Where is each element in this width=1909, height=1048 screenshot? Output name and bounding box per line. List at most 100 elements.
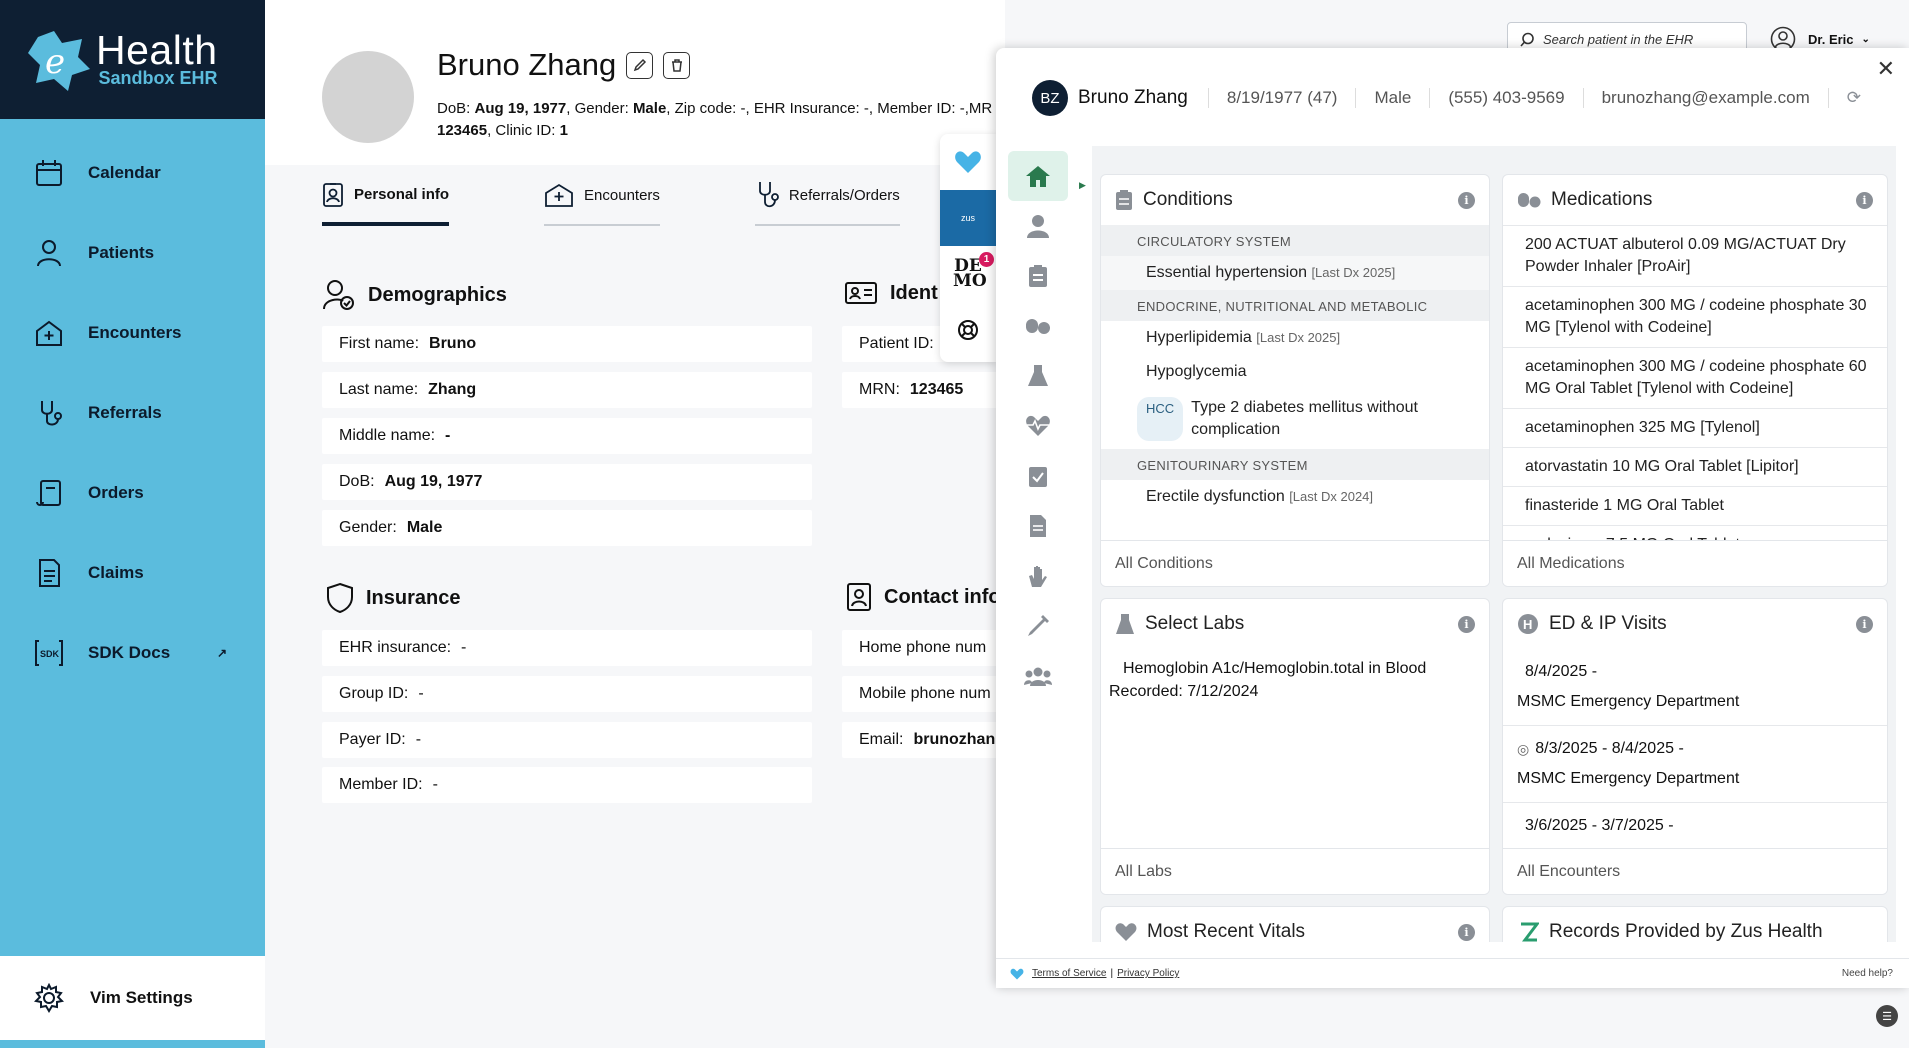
sidebar-item-calendar[interactable]: Calendar [0,133,265,213]
panel-nav-profile[interactable] [1008,201,1068,251]
medical-house-icon [36,320,62,346]
condition-item[interactable]: HCC Type 2 diabetes mellitus without comp… [1101,389,1489,449]
hand-icon [1029,566,1047,587]
close-icon[interactable]: ✕ [1877,56,1895,82]
sidebar-item-label: Orders [88,483,144,502]
check-circle-icon: ◎ [1517,741,1530,757]
medication-item[interactable]: acetaminophen 300 MG / codeine phosphate… [1503,348,1887,409]
meta-dob-label: DoB: [437,100,475,117]
expand-arrow-icon[interactable]: ▶ [1079,180,1086,191]
panel-nav-allergies[interactable] [1008,551,1068,601]
panel-nav-care-team[interactable] [1008,651,1068,701]
panel-nav-immunizations[interactable] [1008,601,1068,651]
support-button[interactable] [940,302,996,358]
field-label: Member ID: [339,776,423,793]
all-encounters-link[interactable]: All Encounters [1503,848,1887,894]
card-title: Medications [1503,175,1887,225]
shield-icon [327,582,353,614]
person-check-icon [323,280,354,310]
tab-label: Encounters [584,186,660,204]
document-icon [1030,515,1046,537]
medication-item[interactable]: 200 ACTUAT albuterol 0.09 MG/ACTUAT Dry … [1503,226,1887,287]
users-icon [1024,667,1052,686]
meta-dob: Aug 19, 1977 [474,100,567,117]
demo-app-button[interactable]: DE MO 1 [940,246,996,302]
privacy-link[interactable]: Privacy Policy [1117,968,1179,979]
chat-icon[interactable]: ☰ [1876,1005,1898,1027]
all-conditions-link[interactable]: All Conditions [1101,540,1489,586]
panel-nav-medications[interactable] [1008,301,1068,351]
card-title: H ED & IP Visits [1503,599,1887,649]
panel-nav-tasks[interactable] [1008,451,1068,501]
info-icon[interactable]: i [1458,924,1475,941]
lab-item[interactable]: Hemoglobin A1c/Hemoglobin.total in Blood… [1101,649,1489,711]
mrn-field: MRN: 123465 [842,372,1002,408]
condition-item[interactable]: Hyperlipidemia [Last Dx 2025] [1101,321,1489,355]
trash-icon [671,59,682,72]
panel-nav-vitals[interactable] [1008,401,1068,451]
logo[interactable]: e Health Sandbox EHR [0,0,265,119]
edit-button[interactable] [626,51,654,79]
group-id-field: Group ID: - [322,676,812,712]
card-title: Records Provided by Zus Health [1503,907,1887,942]
vim-settings-button[interactable]: Vim Settings [0,956,265,1040]
info-icon[interactable]: i [1458,192,1475,209]
delete-button[interactable] [663,51,691,79]
panel-footer: Terms of Service | Privacy Policy Need h… [996,958,1909,988]
field-value: - [418,685,424,702]
sidebar-item-referrals[interactable]: Referrals [0,373,265,453]
info-icon[interactable]: i [1458,616,1475,633]
visit-item[interactable]: 8/4/2025 - MSMC Emergency Department [1503,649,1887,726]
card-title-text: Records Provided by Zus Health [1549,921,1823,942]
condition-item[interactable]: Essential hypertension [Last Dx 2025] [1101,256,1489,290]
tab-personal-info[interactable]: Personal info [322,180,450,226]
sidebar-item-patients[interactable]: Patients [0,213,265,293]
heart-icon [1010,968,1024,979]
search-placeholder: Search patient in the EHR [1543,31,1694,47]
panel-nav-conditions[interactable] [1008,251,1068,301]
condition-name: Hypoglycemia [1146,363,1247,380]
all-labs-link[interactable]: All Labs [1101,848,1489,894]
need-help-link[interactable]: Need help? [1842,968,1893,979]
vim-toolbar: zus DE MO 1 [940,134,996,362]
tab-encounters[interactable]: Encounters [544,180,660,226]
panel-dob-age: 8/19/1977 (47) [1207,88,1337,108]
medication-list: 200 ACTUAT albuterol 0.09 MG/ACTUAT Dry … [1503,225,1887,565]
info-icon[interactable]: i [1856,616,1873,633]
sidebar-item-orders[interactable]: Orders [0,453,265,533]
user-name: Dr. Eric [1808,31,1854,47]
pills-icon [1026,319,1050,334]
medication-item[interactable]: acetaminophen 300 MG / codeine phosphate… [1503,287,1887,348]
condition-item[interactable]: Hypoglycemia [1101,355,1489,389]
condition-item[interactable]: Erectile dysfunction [Last Dx 2024] [1101,480,1489,514]
visit-item[interactable]: ◎ 8/3/2025 - 8/4/2025 - MSMC Emergency Dep… [1503,726,1887,803]
field-label: Payer ID: [339,731,406,748]
terms-link[interactable]: Terms of Service [1032,968,1106,979]
medication-item[interactable]: acetaminophen 325 MG [Tylenol] [1503,409,1887,448]
all-medications-link[interactable]: All Medications [1503,540,1887,586]
refresh-icon[interactable]: ⟳ [1827,88,1861,108]
vim-settings-label: Vim Settings [90,988,193,1007]
flask-icon [1028,365,1048,386]
tab-referrals-orders[interactable]: Referrals/Orders [754,180,900,226]
stethoscope-icon [759,182,779,208]
gender-field: Gender: Male [322,510,812,546]
zus-app-button[interactable]: zus [940,190,996,246]
vim-heart-button[interactable] [940,134,996,190]
condition-dx: [Last Dx 2024] [1289,489,1374,504]
sidebar-item-sdk-docs[interactable]: SDK SDK Docs ↗ [0,613,265,693]
sidebar-item-encounters[interactable]: Encounters [0,293,265,373]
panel-nav-home[interactable] [1008,151,1068,201]
panel-nav-documents[interactable] [1008,501,1068,551]
medical-house-icon [545,183,573,207]
info-icon[interactable]: i [1856,192,1873,209]
heartbeat-icon [1115,923,1137,941]
external-link-icon: ↗ [216,646,227,660]
panel-nav-labs[interactable] [1008,351,1068,401]
medication-item[interactable]: atorvastatin 10 MG Oral Tablet [Lipitor] [1503,448,1887,487]
contact-title: Contact info [846,582,1001,612]
condition-dx: [Last Dx 2025] [1256,330,1341,345]
visit-dates: 8/3/2025 - 8/4/2025 - [1535,740,1684,757]
medication-item[interactable]: finasteride 1 MG Oral Tablet [1503,487,1887,526]
sidebar-item-claims[interactable]: Claims [0,533,265,613]
